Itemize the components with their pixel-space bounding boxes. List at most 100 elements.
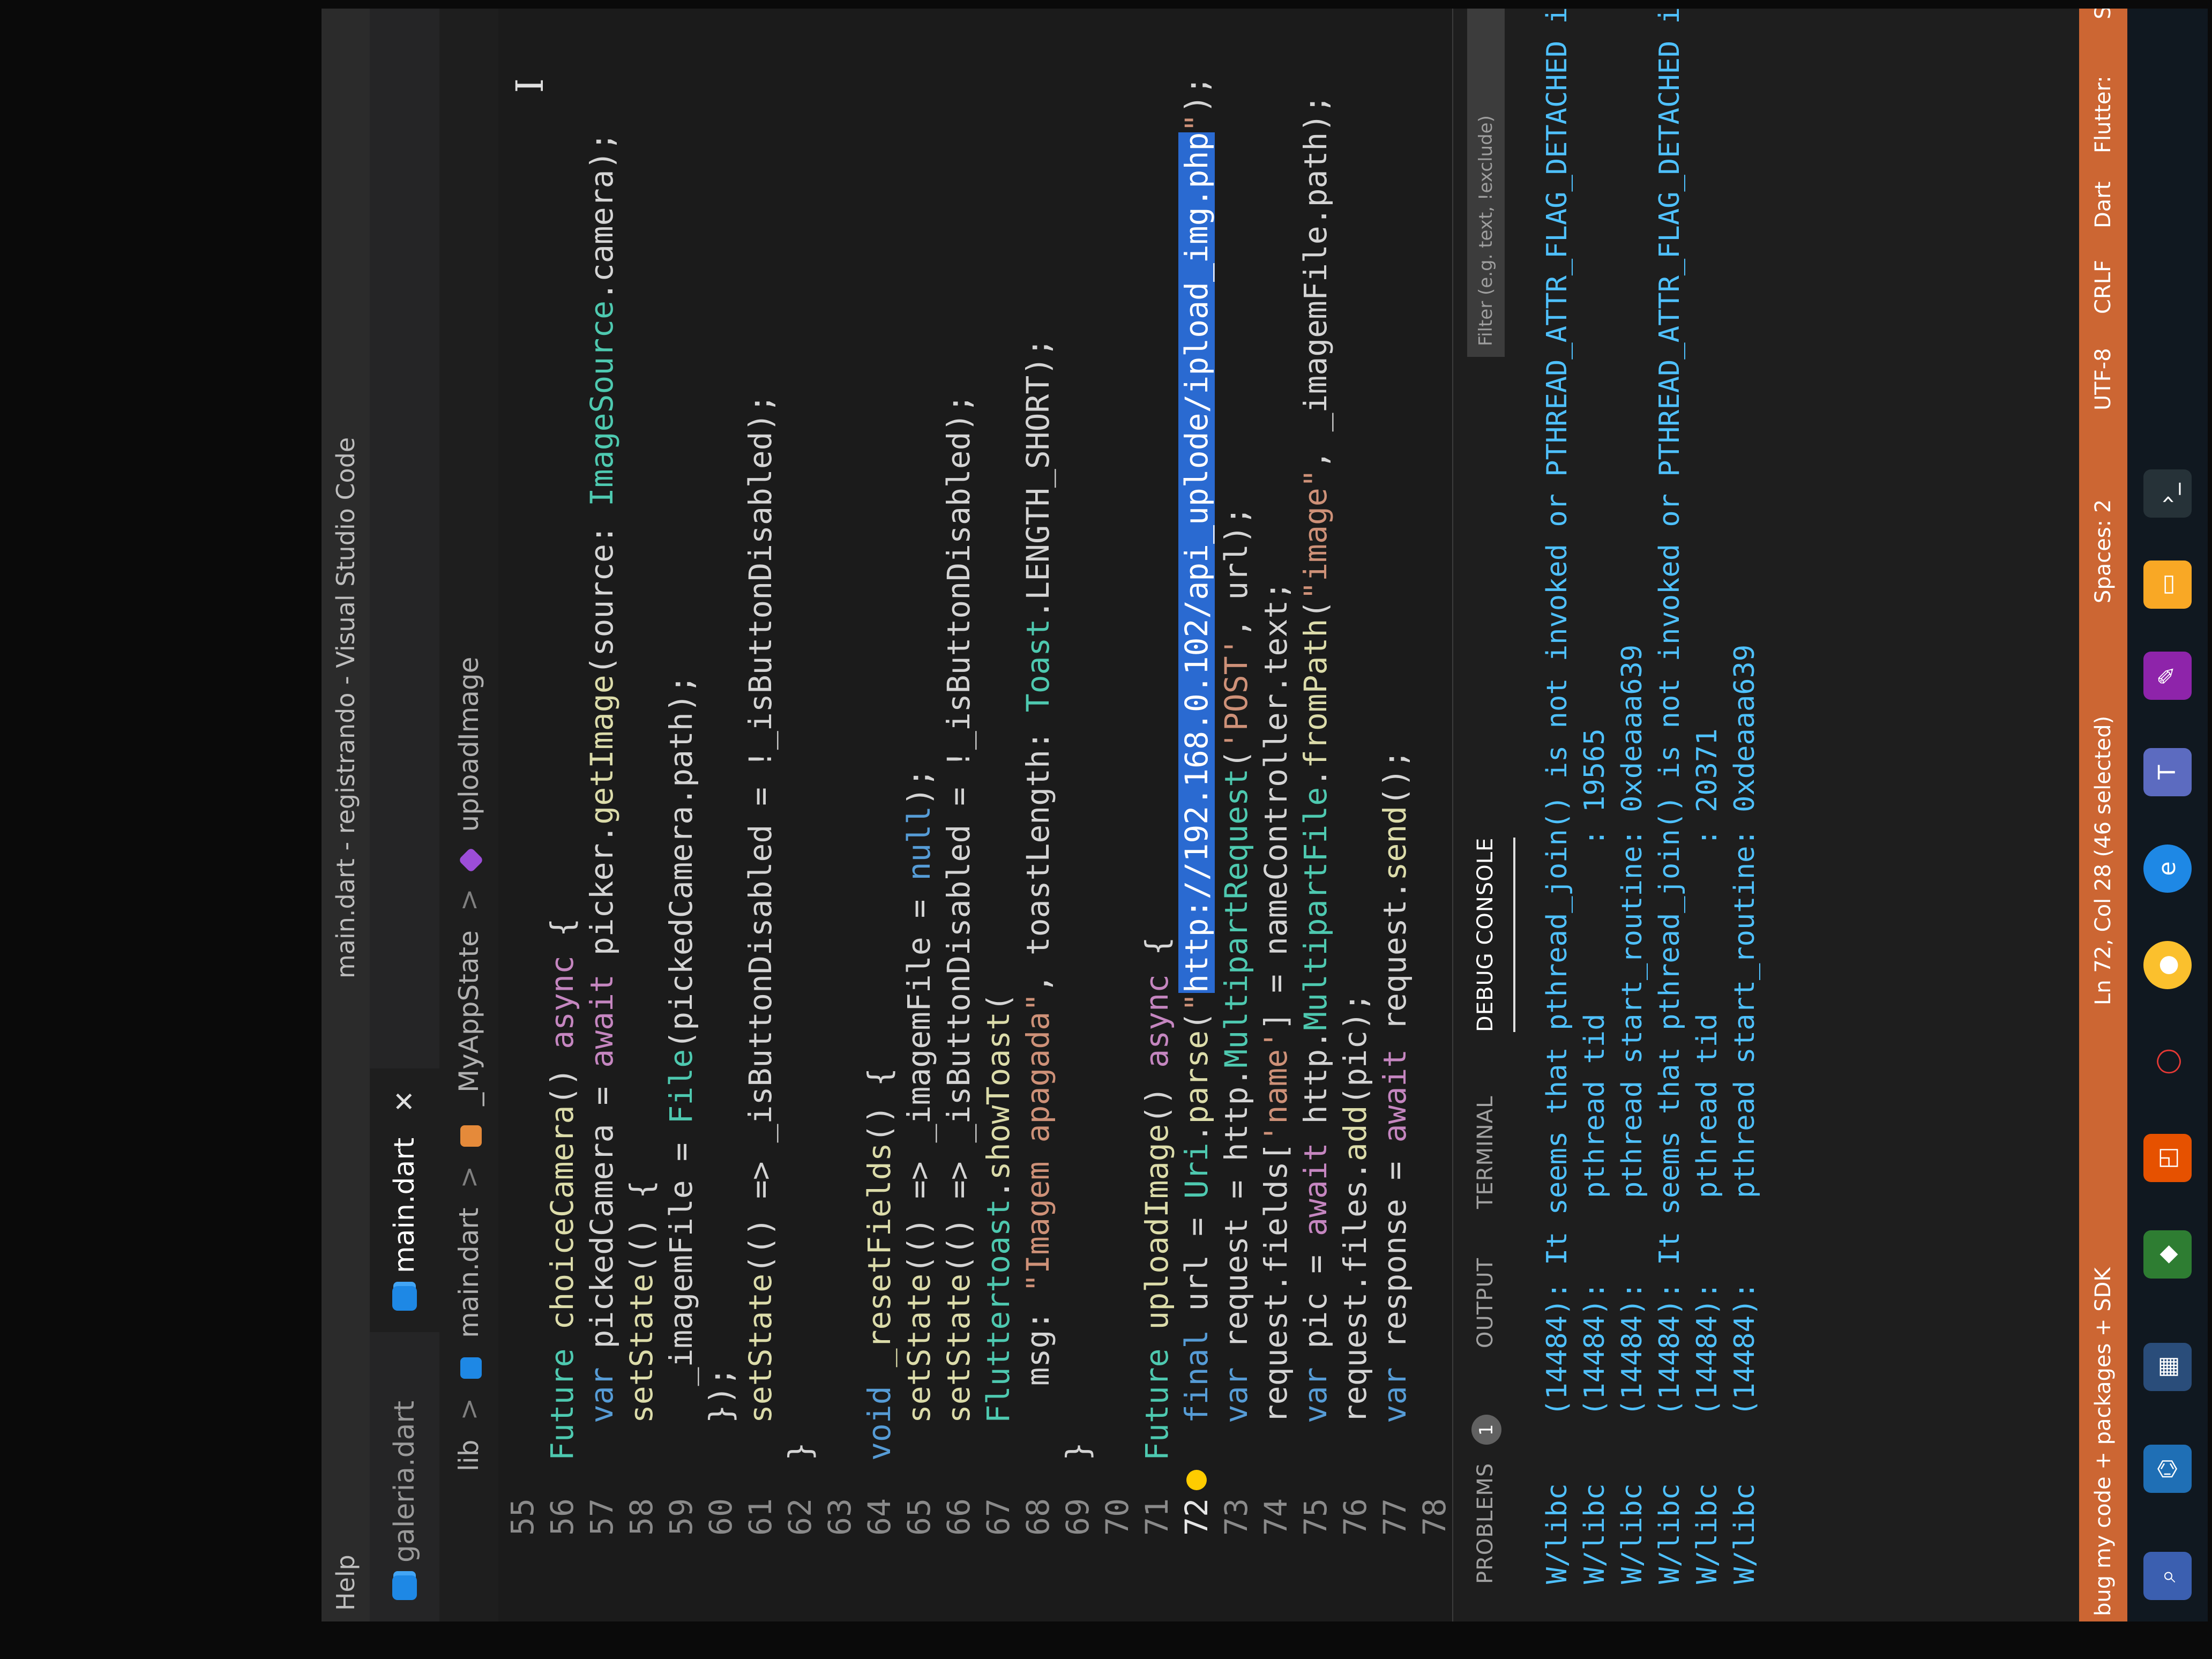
code-text[interactable]: void _resetFields() { — [861, 1068, 898, 1461]
breadcrumb: lib > main.dart > _MyAppState > uploadIm… — [439, 9, 498, 1621]
code-text[interactable]: msg: "Imagem apagada", toastLength: Toas… — [1019, 338, 1057, 1461]
code-line[interactable]: 59 _imagemFile = File(pickedCamera.path)… — [662, 9, 700, 1621]
edge-icon[interactable]: e — [2143, 845, 2192, 893]
code-line[interactable]: 70 — [1098, 9, 1136, 1621]
code-line[interactable]: 58 setState(() { — [623, 9, 660, 1621]
line-number: 57 — [584, 1498, 620, 1536]
code-line[interactable]: 66 setState(() => _isButtonDisabled = !_… — [940, 9, 977, 1621]
code-text[interactable]: Future choiceCamera() async { — [543, 918, 581, 1461]
paint-icon[interactable]: ✎ — [2143, 652, 2192, 700]
breadcrumb-lib[interactable]: lib — [453, 1439, 484, 1471]
status-extra: SN — [2079, 9, 2127, 19]
code-text[interactable]: setState(() { — [623, 1180, 660, 1461]
menu-help[interactable]: Help — [322, 1555, 370, 1611]
code-line[interactable]: 65 setState(() => _imagemFile = null); — [900, 9, 938, 1621]
code-text[interactable]: }); — [702, 1367, 739, 1461]
breadcrumb-file[interactable]: main.dart — [453, 1207, 484, 1337]
code-text[interactable]: request.files.add(pic); — [1336, 993, 1374, 1461]
line-number: 70 — [1099, 1498, 1135, 1536]
code-line[interactable]: 56 Future choiceCamera() async { — [543, 9, 581, 1621]
code-text[interactable]: var response = await request.send(); — [1376, 750, 1414, 1461]
code-line[interactable]: 77 var response = await request.send(); — [1376, 9, 1414, 1621]
line-number: 55 — [504, 1498, 541, 1536]
line-number: 66 — [940, 1498, 977, 1536]
code-line[interactable]: 76 request.files.add(pic); — [1336, 9, 1374, 1621]
code-text[interactable]: setState(() => _imagemFile = null); — [900, 768, 938, 1461]
code-text[interactable]: setState(() => _isButtonDisabled = !_isB… — [742, 394, 779, 1461]
code-line[interactable]: 64 void _resetFields() { — [861, 9, 898, 1621]
dart-file-icon — [460, 1357, 482, 1379]
code-line[interactable]: 67 Fluttertoast.showToast( — [980, 9, 1017, 1621]
tab-label: DEBUG CONSOLE — [1473, 837, 1498, 1032]
code-line[interactable]: 72 final url = Uri.parse("http://192.168… — [1178, 9, 1215, 1621]
tab-debug-console[interactable]: DEBUG CONSOLE — [1453, 837, 1515, 1032]
code-line[interactable]: 57 var pickedCamera = await picker.getIm… — [583, 9, 621, 1621]
status-eol[interactable]: CRLF — [2079, 260, 2127, 314]
code-text[interactable]: } — [781, 1442, 819, 1461]
code-line[interactable]: 61 setState(() => _isButtonDisabled = !_… — [742, 9, 779, 1621]
tab-output[interactable]: OUTPUT — [1453, 1258, 1518, 1348]
tab-label: galeria.dart — [388, 1400, 421, 1563]
chrome-icon[interactable]: ● — [2143, 941, 2192, 989]
line-number: 71 — [1139, 1498, 1175, 1536]
tab-galeria[interactable]: galeria.dart — [370, 1379, 439, 1621]
status-debug-target[interactable]: bug my code + packages + SDK — [2079, 1267, 2127, 1616]
code-text[interactable]: Fluttertoast.showToast( — [980, 993, 1017, 1461]
code-line[interactable]: 68 msg: "Imagem apagada", toastLength: T… — [1019, 9, 1057, 1621]
code-text[interactable]: var pic = await http.MultipartFile.fromP… — [1297, 95, 1334, 1461]
breadcrumb-separator: > — [453, 888, 484, 911]
vscode-icon[interactable]: ⌬ — [2143, 1445, 2192, 1493]
dart-file-icon — [392, 1286, 417, 1311]
code-text[interactable]: Future uploadImage() async { — [1138, 937, 1176, 1461]
status-encoding[interactable]: UTF-8 — [2079, 348, 2127, 410]
search-icon[interactable]: ⌕ — [2143, 1552, 2192, 1600]
line-number: 58 — [623, 1498, 660, 1536]
close-icon[interactable]: ✕ — [389, 1090, 420, 1112]
filter-input[interactable]: Filter (e.g. text, !exclude) — [1467, 9, 1505, 357]
tab-problems[interactable]: PROBLEMS 1 — [1453, 1414, 1518, 1584]
status-indent[interactable]: Spaces: 2 — [2079, 499, 2127, 603]
opera-icon[interactable]: ◯ — [2143, 1037, 2192, 1086]
window-title: main.dart - registrando - Visual Studio … — [331, 437, 360, 978]
code-line[interactable]: 78 — [1416, 9, 1453, 1621]
log-line: W/libc (14484): pthread tid : 19565 — [1579, 728, 1611, 1584]
code-editor[interactable]: 55 I 56 Future choiceCamera() async {57 var… — [498, 9, 1453, 1621]
code-text[interactable]: var request = http.MultipartRequest('POS… — [1217, 506, 1255, 1461]
office-icon[interactable]: ◰ — [2143, 1134, 2192, 1182]
code-text[interactable]: request.fields['name'] = nameController.… — [1257, 581, 1295, 1461]
code-text[interactable]: setState(() => _isButtonDisabled = !_isB… — [940, 394, 977, 1461]
code-line[interactable]: 55 I — [504, 9, 552, 1621]
code-line[interactable]: 73 var request = http.MultipartRequest('… — [1217, 9, 1255, 1621]
teams-icon[interactable]: T — [2143, 748, 2192, 796]
method-icon — [458, 847, 484, 873]
line-number: 68 — [1020, 1498, 1056, 1536]
status-language[interactable]: Dart — [2079, 182, 2127, 228]
code-line[interactable]: 69} — [1059, 9, 1096, 1621]
log-line: W/libc (14484): It seems that pthread_jo… — [1541, 9, 1573, 1584]
code-line[interactable]: 71 Future uploadImage() async { — [1138, 9, 1176, 1621]
code-line[interactable]: 63 — [821, 9, 858, 1621]
explorer-icon[interactable]: ▭ — [2143, 561, 2192, 609]
code-line[interactable]: 75 var pic = await http.MultipartFile.fr… — [1297, 9, 1334, 1621]
vscode-window: Help main.dart - registrando - Visual St… — [322, 9, 2208, 1621]
code-line[interactable]: 60 }); — [702, 9, 739, 1621]
terminal-icon[interactable]: ›_ — [2143, 469, 2192, 518]
log-line: W/libc (14484): It seems that pthread_jo… — [1654, 9, 1686, 1584]
code-text[interactable]: } — [1059, 1442, 1096, 1461]
code-text[interactable]: final url = Uri.parse("http://192.168.0.… — [1178, 76, 1215, 1461]
line-number: 78 — [1416, 1498, 1453, 1536]
code-text[interactable]: _imagemFile = File(pickedCamera.path); — [662, 675, 700, 1461]
code-line[interactable]: 62} — [781, 9, 819, 1621]
tab-terminal[interactable]: TERMINAL — [1453, 1096, 1518, 1209]
breadcrumb-method[interactable]: uploadImage — [453, 657, 484, 832]
line-number: 76 — [1337, 1498, 1373, 1536]
store-icon[interactable]: ▦ — [2143, 1343, 2192, 1391]
code-line[interactable]: 74 request.fields['name'] = nameControll… — [1257, 9, 1295, 1621]
git-icon[interactable]: ◆ — [2143, 1230, 2192, 1279]
code-text[interactable]: var pickedCamera = await picker.getImage… — [583, 132, 621, 1461]
breadcrumb-class[interactable]: _MyAppState — [453, 930, 484, 1106]
lightbulb-icon[interactable] — [1186, 1470, 1207, 1490]
status-cursor-position[interactable]: Ln 72, Col 28 (46 selected) — [2079, 716, 2127, 1005]
tab-main[interactable]: main.dart ✕ — [370, 1068, 439, 1332]
line-number: 63 — [821, 1498, 858, 1536]
